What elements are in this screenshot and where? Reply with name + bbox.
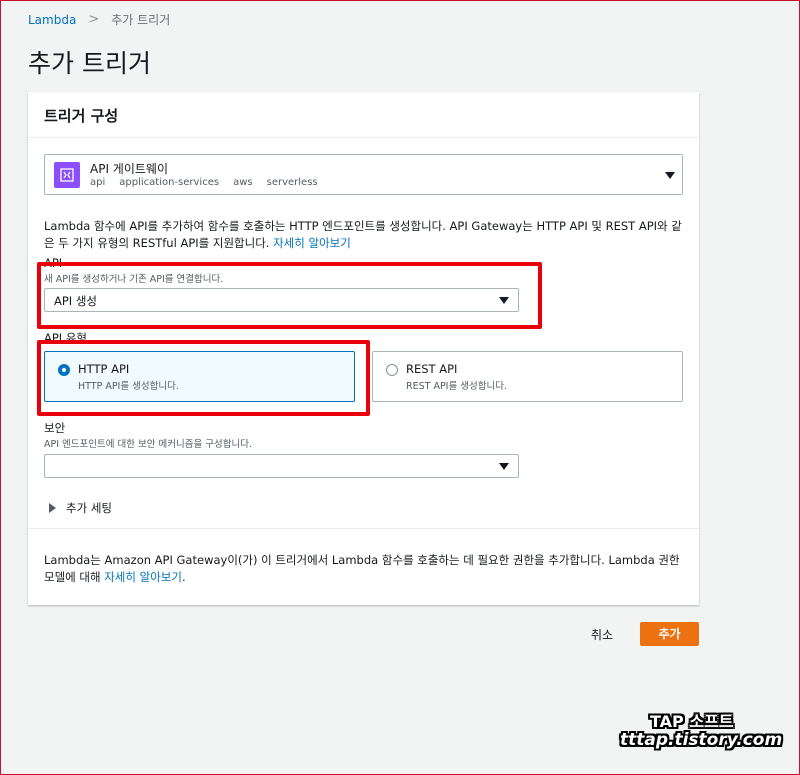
caret-down-icon (665, 172, 675, 179)
chevron-right-icon: > (88, 12, 100, 27)
additional-settings-toggle[interactable]: 추가 세팅 (49, 500, 112, 516)
divider (28, 528, 699, 529)
radio-button-selected[interactable] (58, 364, 70, 376)
breadcrumb: Lambda > 추가 트리거 (28, 11, 170, 28)
radio-button[interactable] (386, 364, 398, 376)
permissions-learn-more-link[interactable]: 자세히 알아보기 (104, 570, 182, 584)
tag: api (90, 177, 106, 188)
http-api-option[interactable]: HTTP API HTTP API를 생성합니다. (44, 351, 355, 402)
api-gateway-description: Lambda 함수에 API를 추가하여 함수를 호출하는 HTTP 엔드포인트… (44, 218, 689, 252)
permissions-note: Lambda는 Amazon API Gateway이(가) 이 트리거에서 L… (44, 552, 689, 586)
option-title: HTTP API (78, 362, 130, 376)
api-sublabel: 새 API를 생성하거나 기존 API를 연결합니다. (44, 274, 224, 285)
api-select-value: API 생성 (54, 294, 98, 308)
caret-down-icon (499, 297, 509, 304)
security-select[interactable] (44, 454, 519, 478)
security-label: 보안 (44, 421, 66, 435)
cancel-button[interactable]: 취소 (578, 624, 626, 646)
tag: serverless (266, 177, 318, 188)
add-button[interactable]: 추가 (640, 622, 699, 646)
api-gateway-icon (54, 162, 80, 188)
option-desc: HTTP API를 생성합니다. (78, 381, 179, 392)
option-title: REST API (406, 362, 458, 376)
breadcrumb-current: 추가 트리거 (111, 13, 171, 27)
page-title: 추가 트리거 (28, 49, 151, 78)
api-label: API (44, 256, 63, 270)
permissions-note-suffix: . (181, 570, 186, 584)
description-text: Lambda 함수에 API를 추가하여 함수를 호출하는 HTTP 엔드포인트… (44, 219, 682, 250)
breadcrumb-lambda-link[interactable]: Lambda (28, 13, 76, 27)
option-desc: REST API를 생성합니다. (406, 381, 507, 392)
trigger-source-name: API 게이트웨이 (90, 162, 168, 176)
security-sublabel: API 엔드포인트에 대한 보안 메커니즘을 구성합니다. (44, 439, 252, 450)
api-select[interactable]: API 생성 (44, 288, 519, 312)
caret-right-icon (49, 503, 56, 513)
tag: aws (233, 177, 253, 188)
watermark-url: tttap.tistory.com (620, 730, 783, 750)
learn-more-link[interactable]: 자세히 알아보기 (273, 236, 351, 250)
trigger-tags: api application-services aws serverless (90, 177, 318, 188)
additional-settings-label: 추가 세팅 (66, 501, 112, 515)
watermark-logo: TAP 소프트 (650, 712, 734, 731)
rest-api-option[interactable]: REST API REST API를 생성합니다. (372, 351, 683, 402)
panel-title: 트리거 구성 (28, 92, 699, 138)
trigger-config-panel: 트리거 구성 API 게이트웨이 api application-service… (28, 92, 699, 605)
tag: application-services (119, 177, 220, 188)
api-type-label: API 유형 (44, 331, 88, 345)
trigger-source-select[interactable]: API 게이트웨이 api application-services aws s… (44, 154, 683, 195)
caret-down-icon (499, 463, 509, 470)
